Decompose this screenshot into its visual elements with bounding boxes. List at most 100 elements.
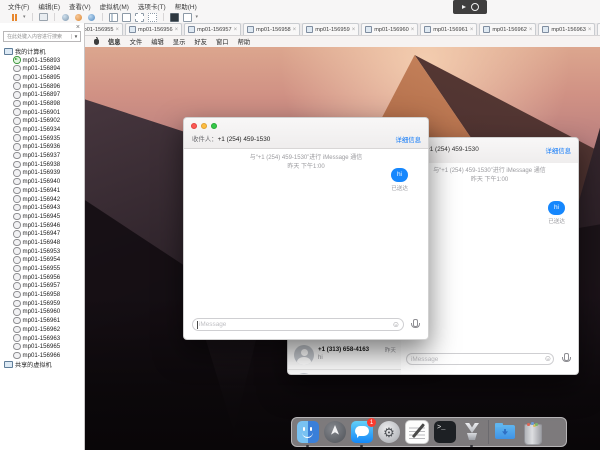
- console-icon[interactable]: [170, 13, 179, 22]
- sidebar-vm-item[interactable]: mp01-156957: [0, 282, 84, 291]
- menu-item[interactable]: 显示: [173, 37, 186, 46]
- sidebar-vm-item[interactable]: mp01-156939: [0, 169, 84, 178]
- minimize-window-icon[interactable]: [201, 123, 207, 129]
- dock-preferences-icon[interactable]: ⚙: [378, 421, 400, 443]
- suspend-dropdown-caret[interactable]: ▾: [23, 15, 26, 20]
- sidebar-vm-item[interactable]: mp01-156963: [0, 334, 84, 343]
- sidebar-vm-item[interactable]: mp01-156935: [0, 134, 84, 143]
- tab-close-icon[interactable]: ×: [588, 27, 592, 33]
- capture-icon[interactable]: [183, 13, 192, 22]
- vm-tab[interactable]: mp01-156960 ×: [361, 23, 418, 35]
- capture-dropdown-caret[interactable]: ▾: [196, 15, 199, 20]
- vm-tab[interactable]: mp01-156956 ×: [125, 23, 182, 35]
- tab-close-icon[interactable]: ×: [411, 27, 415, 33]
- dock-downloads-icon[interactable]: [494, 421, 516, 443]
- fullscreen-icon[interactable]: [135, 13, 144, 22]
- snapshot-revert-icon[interactable]: [61, 13, 70, 22]
- vm-tab[interactable]: mp01-156961 ×: [420, 23, 477, 35]
- unity-icon[interactable]: [148, 13, 157, 22]
- sidebar-vm-item[interactable]: mp01-156941: [0, 186, 84, 195]
- message-input[interactable]: iMessage: [406, 353, 554, 365]
- tree-node-shared-vms[interactable]: 共享的虚拟机: [0, 360, 84, 369]
- sidebar-vm-item[interactable]: mp01-156953: [0, 247, 84, 256]
- dock-finder-icon[interactable]: [297, 421, 319, 443]
- tab-close-icon[interactable]: ×: [234, 27, 238, 33]
- details-button[interactable]: 详细信息: [545, 146, 571, 155]
- sidebar-vm-item[interactable]: mp01-156946: [0, 221, 84, 230]
- sidebar-vm-item[interactable]: mp01-156943: [0, 203, 84, 212]
- sidebar-vm-item[interactable]: mp01-156897: [0, 90, 84, 99]
- dock-messages-icon[interactable]: 1: [351, 421, 373, 443]
- dock-textedit-icon[interactable]: [405, 420, 429, 444]
- tab-close-icon[interactable]: ×: [470, 27, 474, 33]
- sidebar-vm-item[interactable]: mp01-156958: [0, 290, 84, 299]
- details-button[interactable]: 详细信息: [395, 135, 421, 144]
- sidebar-vm-item[interactable]: mp01-156940: [0, 177, 84, 186]
- cursor-icon[interactable]: [462, 5, 466, 9]
- sidebar-vm-item[interactable]: mp01-156894: [0, 64, 84, 73]
- vm-tab[interactable]: mp01-156957 ×: [184, 23, 241, 35]
- menu-item[interactable]: 虚拟机(M): [100, 1, 129, 11]
- suspend-icon[interactable]: [10, 13, 19, 22]
- sidebar-vm-item[interactable]: mp01-156934: [0, 125, 84, 134]
- sidebar-vm-item[interactable]: mp01-156947: [0, 229, 84, 238]
- menu-item[interactable]: 信息: [108, 37, 121, 46]
- sidebar-vm-item[interactable]: mp01-156902: [0, 117, 84, 126]
- dock-installer-icon[interactable]: [461, 421, 483, 443]
- menu-item[interactable]: 文件: [130, 37, 143, 46]
- sidebar-vm-item[interactable]: mp01-156959: [0, 299, 84, 308]
- menu-item[interactable]: 编辑: [151, 37, 164, 46]
- library-search-input[interactable]: 在此处键入内容进行搜索 ▼: [3, 31, 81, 42]
- recipient-field[interactable]: 收件人：+1 (254) 459-1530: [192, 134, 270, 143]
- menu-item[interactable]: 好友: [194, 37, 207, 46]
- microphone-icon[interactable]: [413, 319, 418, 327]
- messages-window-front[interactable]: 收件人：+1 (254) 459-1530 详细信息 与“+1 (254) 45…: [183, 117, 429, 340]
- sidebar-vm-item[interactable]: mp01-156945: [0, 212, 84, 221]
- zoom-window-icon[interactable]: [211, 123, 217, 129]
- menu-item[interactable]: 文件(F): [8, 1, 29, 11]
- vm-tab[interactable]: mp01-156963 ×: [538, 23, 595, 35]
- sidebar-vm-item[interactable]: mp01-156898: [0, 99, 84, 108]
- sidebar-vm-item[interactable]: mp01-156955: [0, 264, 84, 273]
- emoji-picker-icon[interactable]: ☺: [544, 355, 552, 363]
- emoji-picker-icon[interactable]: ☺: [392, 321, 400, 329]
- sidebar-vm-item[interactable]: mp01-156936: [0, 143, 84, 152]
- message-input[interactable]: iMessage: [192, 318, 404, 331]
- menu-item[interactable]: 窗口: [216, 37, 229, 46]
- microphone-icon[interactable]: [564, 353, 569, 361]
- snapshot-manager-icon[interactable]: [87, 13, 96, 22]
- sidebar-vm-item[interactable]: mp01-156938: [0, 160, 84, 169]
- snapshot-take-icon[interactable]: [74, 13, 83, 22]
- menu-item[interactable]: 编辑(E): [38, 1, 60, 11]
- menu-item[interactable]: 帮助: [238, 37, 251, 46]
- tab-close-icon[interactable]: ×: [293, 27, 297, 33]
- send-ctrl-alt-del-icon[interactable]: [39, 13, 48, 22]
- dock-launchpad-icon[interactable]: [324, 421, 346, 443]
- window-titlebar[interactable]: 收件人：+1 (254) 459-1530 详细信息: [184, 118, 428, 149]
- tree-node-my-computer[interactable]: 我的计算机: [0, 47, 84, 56]
- sidebar-vm-item[interactable]: mp01-156948: [0, 238, 84, 247]
- menu-item[interactable]: 选项卡(T): [138, 1, 166, 11]
- sidebar-vm-item[interactable]: mp01-156956: [0, 273, 84, 282]
- menu-item[interactable]: 帮助(H): [175, 1, 197, 11]
- sidebar-close-icon[interactable]: ×: [76, 24, 80, 31]
- dock-terminal-icon[interactable]: >_: [434, 421, 456, 443]
- menu-item[interactable]: 查看(V): [69, 1, 91, 11]
- tab-close-icon[interactable]: ×: [175, 27, 179, 33]
- sidebar-vm-item[interactable]: mp01-156893: [0, 56, 84, 65]
- sidebar-vm-item[interactable]: mp01-156965: [0, 342, 84, 351]
- tab-close-icon[interactable]: ×: [352, 27, 356, 33]
- conversation-row[interactable]: +1 (313) 658-4163 昨天 hi: [288, 342, 401, 370]
- tab-close-icon[interactable]: ×: [116, 27, 120, 33]
- sidebar-vm-item[interactable]: mp01-156962: [0, 325, 84, 334]
- apple-icon[interactable]: [94, 39, 99, 45]
- sidebar-vm-item[interactable]: mp01-156896: [0, 82, 84, 91]
- vm-tab[interactable]: mp01-156958 ×: [243, 23, 300, 35]
- close-window-icon[interactable]: [191, 123, 197, 129]
- conversation-row-partial[interactable]: [288, 370, 401, 375]
- sidebar-vm-item[interactable]: mp01-156966: [0, 351, 84, 360]
- vm-tab[interactable]: mp01-156962 ×: [479, 23, 536, 35]
- record-ring-icon[interactable]: [471, 3, 479, 11]
- sidebar-vm-item[interactable]: mp01-156961: [0, 316, 84, 325]
- sidebar-vm-item[interactable]: mp01-156960: [0, 308, 84, 317]
